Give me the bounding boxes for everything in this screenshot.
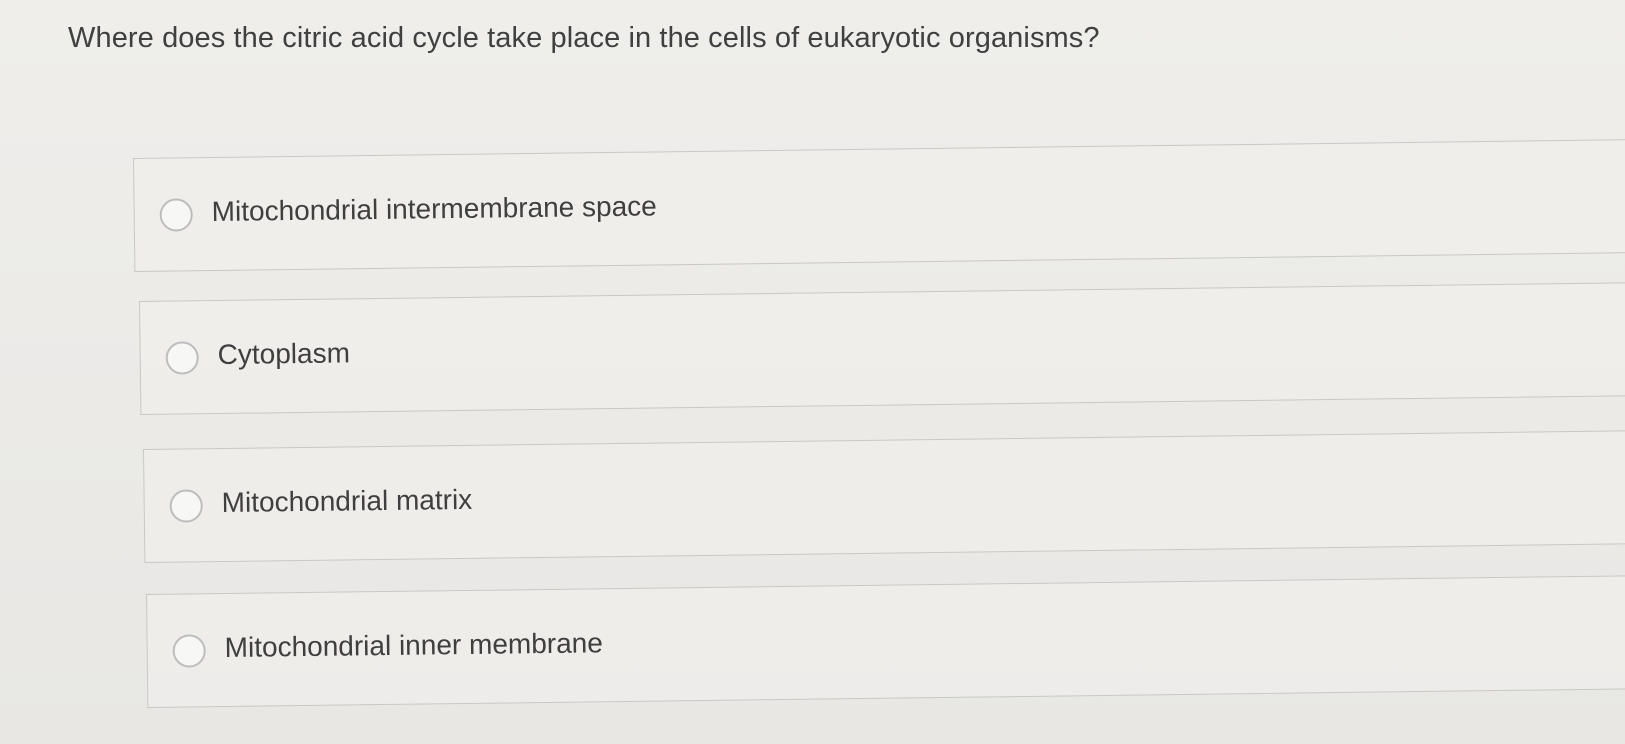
radio-button-1[interactable] [159,198,193,232]
quiz-page: Where does the citric acid cycle take pl… [0,0,1625,744]
answer-option-2[interactable]: Cytoplasm [139,281,1625,415]
answer-option-label-2: Cytoplasm [217,337,351,371]
radio-button-2[interactable] [165,341,199,375]
answer-option-1[interactable]: Mitochondrial intermembrane space [133,138,1625,272]
answer-option-3[interactable]: Mitochondrial matrix [143,429,1625,563]
answer-options: Mitochondrial intermembrane space Cytopl… [0,0,1625,744]
answer-option-4[interactable]: Mitochondrial inner membrane [146,574,1625,708]
radio-button-4[interactable] [172,634,206,668]
radio-button-3[interactable] [169,489,203,523]
answer-option-label-4: Mitochondrial inner membrane [224,627,604,664]
answer-option-label-3: Mitochondrial matrix [221,483,473,519]
answer-option-label-1: Mitochondrial intermembrane space [211,190,657,228]
